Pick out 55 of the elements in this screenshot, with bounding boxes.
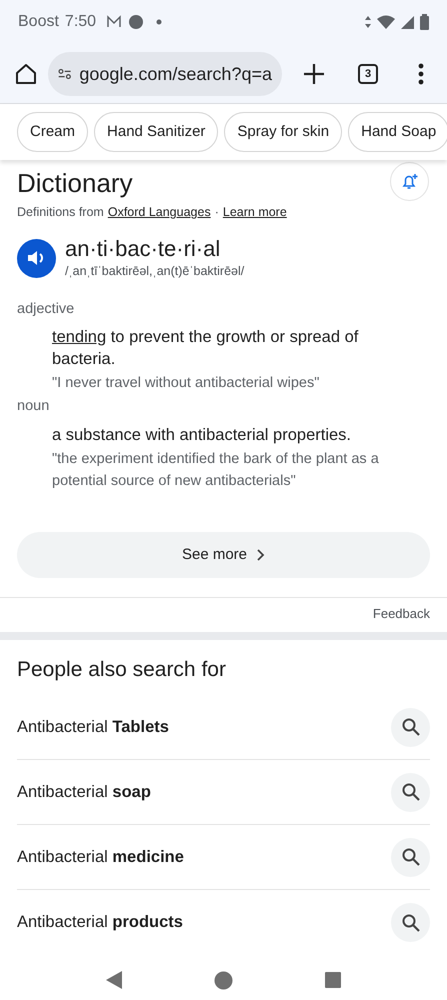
learn-more-link[interactable]: Learn more (222, 203, 287, 222)
new-tab-icon[interactable] (304, 64, 324, 84)
search-icon (391, 772, 430, 812)
search-icon (391, 838, 430, 876)
source-link[interactable]: Oxford Languages (108, 203, 211, 222)
home-icon[interactable] (14, 62, 38, 86)
filter-chip[interactable]: Cream (17, 112, 88, 152)
example-text: "the experiment identified the bark of the plant as a potential source of new antibacterials" (52, 450, 380, 491)
filter-chip[interactable]: Hand Sanitizer (94, 112, 218, 152)
headword: an·ti·bac·te·ri·al (65, 236, 222, 262)
circle-icon (128, 14, 144, 30)
related-search-item[interactable]: Antibacterial medicine (17, 825, 430, 890)
signal-icon (401, 16, 414, 28)
dictionary-heading: Dictionary (17, 167, 133, 200)
related-search-item[interactable]: Antibacterial soap (17, 760, 430, 825)
pronounce-button[interactable] (17, 238, 56, 278)
separator-dot: · (214, 204, 219, 221)
chevron-right-icon (257, 549, 266, 561)
related-search-text: Antibacterial medicine (17, 846, 184, 868)
notification-button[interactable] (390, 162, 429, 201)
see-more-button[interactable]: See more (17, 532, 430, 578)
part-of-speech: noun (17, 397, 50, 416)
source-label: Definitions from (17, 204, 104, 221)
section-heading: People also search for (17, 656, 227, 682)
filter-chip[interactable]: Hand Soap (348, 112, 447, 152)
filter-chip[interactable]: Spray for skin (224, 112, 342, 152)
search-icon (391, 708, 430, 746)
clock: 7:50 (64, 12, 96, 32)
address-bar[interactable]: google.com/search?q=a (48, 52, 282, 96)
menu-icon[interactable] (418, 63, 424, 85)
example-text: "I never travel without antibacterial wipes" (52, 374, 320, 394)
related-search-item[interactable]: Antibacterial Tablets (17, 695, 430, 760)
data-arrows-icon (365, 16, 371, 28)
pronunciation-text: /ˌanˌtīˈbaktirēəl,ˌan(t)ēˈbaktirēəl/ (65, 262, 244, 280)
battery-icon (420, 14, 429, 30)
related-search-text: Antibacterial soap (17, 782, 151, 803)
wifi-icon (377, 15, 395, 29)
carrier-name: Boost (18, 12, 59, 32)
dot-icon (156, 19, 162, 25)
related-search-text: Antibacterial products (17, 912, 183, 934)
back-icon[interactable] (106, 971, 122, 989)
bell-plus-icon (400, 172, 418, 190)
definition-text: tending to prevent the growth or spread of bacteria. (52, 327, 360, 370)
mail-icon (106, 15, 122, 29)
definition-link[interactable]: tending (52, 328, 106, 346)
feedback-link[interactable]: Feedback (372, 604, 430, 624)
url-text: google.com/search?q=a (79, 62, 272, 86)
tab-count-button[interactable]: 3 (358, 64, 378, 84)
part-of-speech: adjective (17, 300, 76, 318)
related-search-text: Antibacterial Tablets (17, 716, 169, 738)
site-settings-icon[interactable] (58, 67, 72, 81)
definition-text: a substance with antibacterial properties. (52, 425, 352, 446)
home-button-icon[interactable] (214, 970, 233, 990)
related-search-item[interactable]: Antibacterial products (17, 890, 430, 955)
search-icon (391, 903, 430, 942)
